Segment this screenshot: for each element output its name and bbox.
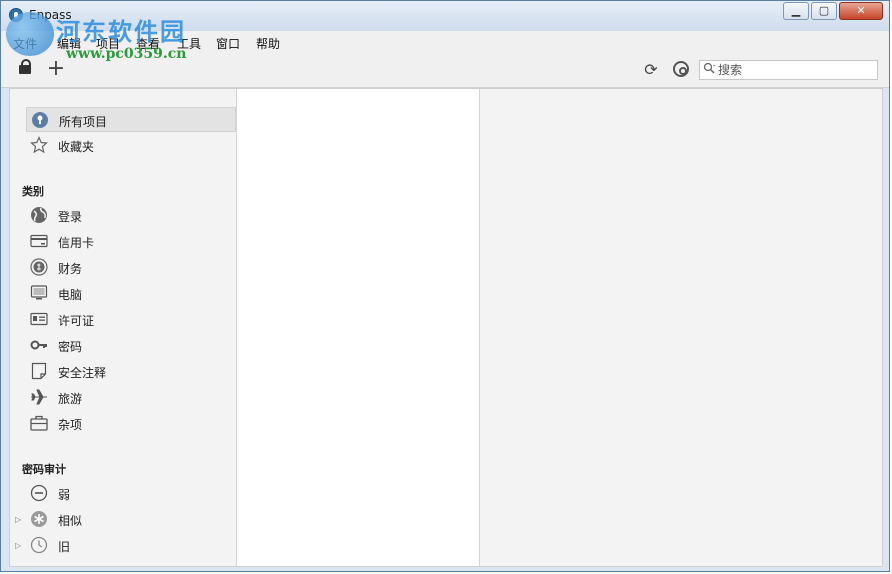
add-item-button[interactable]: + bbox=[46, 58, 66, 80]
sidebar-item-label: 所有项目 bbox=[59, 115, 108, 129]
sidebar-item-password[interactable]: 密码 bbox=[26, 333, 236, 358]
menu-file[interactable]: 文件 bbox=[13, 35, 37, 52]
key-icon bbox=[30, 340, 47, 350]
sidebar-item-similar[interactable]: 相似 bbox=[26, 507, 236, 532]
sidebar-item-favorites[interactable]: 收藏夹 bbox=[26, 133, 236, 158]
menu-bar: 文件 编辑 项目 查看 工具 窗口 帮助 bbox=[1, 31, 889, 54]
sidebar-item-label: 登录 bbox=[58, 210, 83, 224]
maximize-icon: ▢ bbox=[818, 4, 830, 17]
sidebar-item-computer[interactable]: 电脑 bbox=[26, 281, 236, 306]
menu-tools[interactable]: 工具 bbox=[177, 35, 201, 52]
title-bar: Enpass ▁ ▢ ✕ bbox=[1, 1, 889, 31]
menu-edit[interactable]: 编辑 bbox=[57, 35, 81, 52]
sidebar-item-label: 电脑 bbox=[58, 288, 83, 302]
categories-header: 类别 bbox=[22, 185, 44, 198]
minus-circle-icon bbox=[30, 484, 48, 502]
note-icon bbox=[31, 362, 47, 380]
sidebar-item-label: 相似 bbox=[58, 514, 83, 528]
settings-gear-icon[interactable] bbox=[672, 60, 692, 80]
window-title: Enpass bbox=[29, 8, 72, 22]
sidebar-item-credit-card[interactable]: 信用卡 bbox=[26, 229, 236, 254]
app-icon bbox=[9, 8, 23, 22]
sidebar-item-label: 安全注释 bbox=[58, 366, 107, 380]
item-detail-pane bbox=[480, 89, 882, 566]
license-icon bbox=[30, 312, 48, 326]
briefcase-icon bbox=[30, 415, 48, 431]
window-controls: ▁ ▢ ✕ bbox=[783, 2, 883, 20]
expand-arrow-icon[interactable]: ▷ bbox=[15, 515, 21, 524]
sidebar-item-label: 弱 bbox=[58, 488, 71, 502]
minimize-button[interactable]: ▁ bbox=[783, 2, 809, 20]
airplane-icon bbox=[31, 389, 47, 405]
sidebar: 所有项目 收藏夹 类别 登录 信用卡 财务 电脑 许可证 密码 安全注释 旅游 … bbox=[10, 89, 237, 566]
menu-window[interactable]: 窗口 bbox=[216, 35, 240, 52]
lock-icon[interactable] bbox=[19, 59, 31, 74]
sidebar-item-label: 杂项 bbox=[58, 418, 83, 432]
sidebar-item-login[interactable]: 登录 bbox=[26, 203, 236, 228]
sidebar-item-label: 财务 bbox=[58, 262, 83, 276]
computer-icon bbox=[30, 285, 48, 300]
sidebar-item-label: 收藏夹 bbox=[58, 140, 95, 154]
main-content: 所有项目 收藏夹 类别 登录 信用卡 财务 电脑 许可证 密码 安全注释 旅游 … bbox=[9, 88, 883, 567]
sidebar-item-label: 许可证 bbox=[58, 314, 95, 328]
globe-icon bbox=[31, 207, 47, 223]
sidebar-item-travel[interactable]: 旅游 bbox=[26, 385, 236, 410]
all-items-icon bbox=[32, 112, 48, 128]
sidebar-item-all-items[interactable]: 所有项目 bbox=[26, 107, 236, 132]
sidebar-item-label: 旧 bbox=[58, 540, 71, 554]
credit-card-icon bbox=[30, 234, 48, 248]
app-window: Enpass ▁ ▢ ✕ 文件 编辑 项目 查看 工具 窗口 帮助 + ⟳ 搜索… bbox=[0, 0, 890, 572]
sidebar-item-label: 密码 bbox=[58, 340, 83, 354]
sidebar-item-label: 信用卡 bbox=[58, 236, 95, 250]
sidebar-item-label: 旅游 bbox=[58, 392, 83, 406]
sidebar-item-misc[interactable]: 杂项 bbox=[26, 411, 236, 436]
star-icon bbox=[30, 136, 48, 154]
menu-view[interactable]: 查看 bbox=[136, 35, 160, 52]
search-input[interactable] bbox=[718, 62, 873, 78]
close-button[interactable]: ✕ bbox=[839, 2, 883, 20]
close-icon: ✕ bbox=[856, 4, 866, 17]
finance-icon bbox=[30, 258, 48, 276]
maximize-button[interactable]: ▢ bbox=[811, 2, 837, 20]
toolbar: + ⟳ bbox=[1, 53, 889, 88]
sidebar-item-finance[interactable]: 财务 bbox=[26, 255, 236, 280]
item-list-pane[interactable] bbox=[237, 89, 480, 566]
password-audit-header: 密码审计 bbox=[22, 463, 66, 476]
sidebar-item-secure-note[interactable]: 安全注释 bbox=[26, 359, 236, 384]
similar-icon bbox=[31, 511, 47, 527]
sidebar-item-old[interactable]: 旧 bbox=[26, 533, 236, 558]
menu-help[interactable]: 帮助 bbox=[256, 35, 280, 52]
search-box[interactable] bbox=[699, 60, 878, 80]
sidebar-item-weak[interactable]: 弱 bbox=[26, 481, 236, 506]
search-icon bbox=[703, 62, 717, 78]
expand-arrow-icon[interactable]: ▷ bbox=[15, 541, 21, 550]
minimize-icon: ▁ bbox=[791, 4, 801, 17]
clock-icon bbox=[30, 536, 48, 554]
sidebar-item-license[interactable]: 许可证 bbox=[26, 307, 236, 332]
menu-items[interactable]: 项目 bbox=[96, 35, 120, 52]
sync-icon[interactable]: ⟳ bbox=[641, 60, 661, 80]
